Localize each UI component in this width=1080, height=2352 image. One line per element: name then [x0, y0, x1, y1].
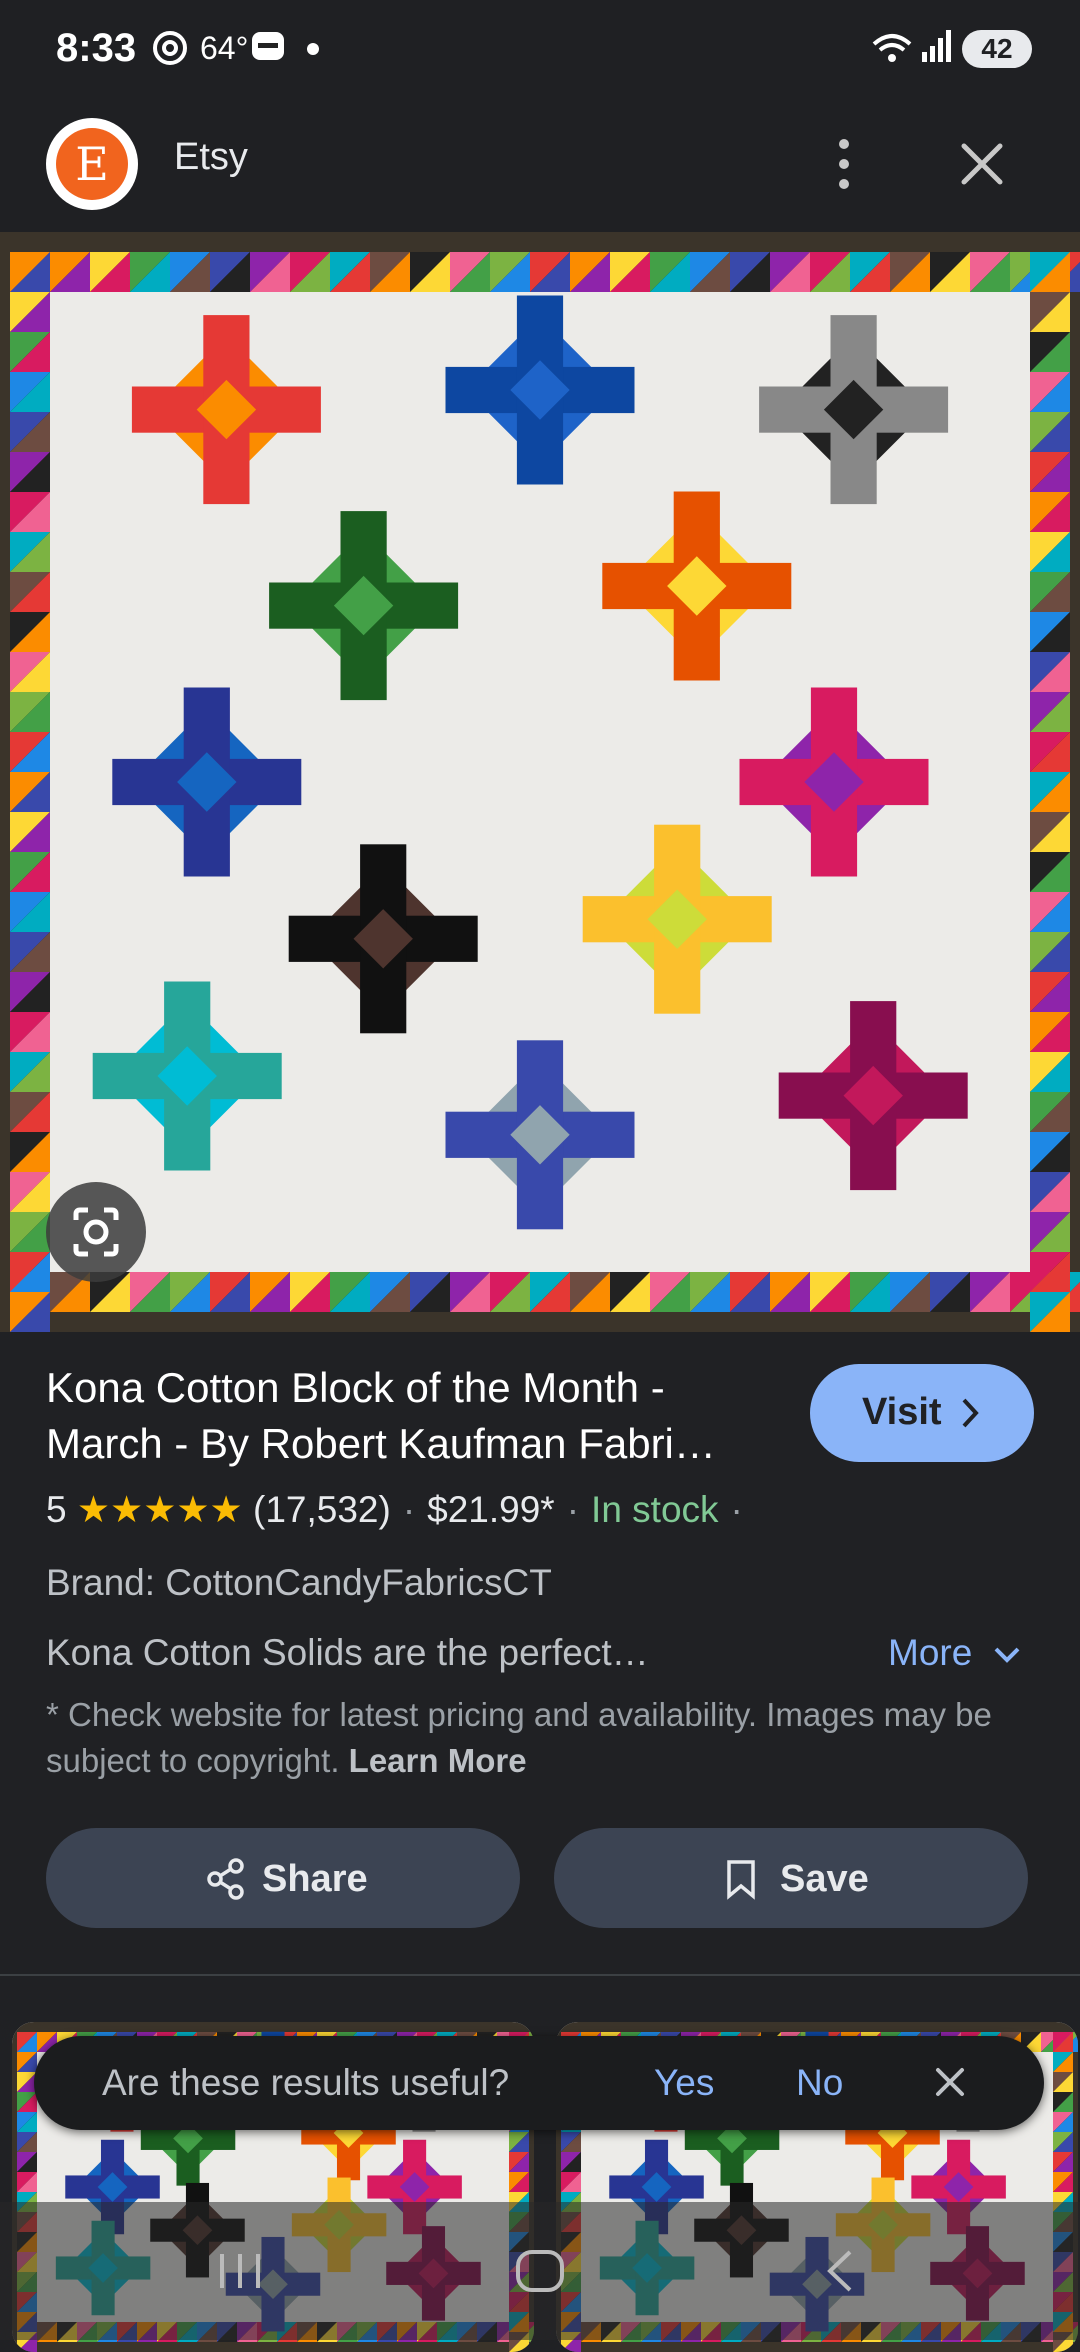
back-icon[interactable] [820, 2246, 860, 2301]
price: $21.99* [427, 1489, 555, 1530]
visit-label: Visit [862, 1391, 942, 1433]
save-button[interactable]: Save [554, 1828, 1028, 1928]
dot-icon [306, 42, 320, 61]
wifi-icon [870, 28, 914, 73]
feedback-yes-button[interactable]: Yes [654, 2062, 714, 2104]
threads-icon [150, 28, 190, 73]
more-button[interactable]: More [888, 1632, 1021, 1674]
star-rating-icon: ★★★★★ [76, 1489, 243, 1530]
dismiss-close-icon[interactable] [930, 2062, 970, 2107]
etsy-logo: E [46, 118, 138, 210]
share-label: Share [262, 1858, 368, 1900]
chevron-right-icon [962, 1398, 979, 1428]
product-title[interactable]: Kona Cotton Block of the Month - March -… [46, 1360, 786, 1472]
system-nav-bar [0, 2202, 1080, 2340]
visit-button[interactable]: Visit [810, 1364, 1034, 1462]
section-divider [0, 1974, 1080, 1976]
bookmark-icon [727, 1860, 755, 1900]
app-header: E Etsy [0, 96, 1080, 232]
etsy-logo-letter: E [56, 128, 128, 200]
recents-icon[interactable] [210, 2246, 270, 2301]
brand-text: Brand: CottonCandyFabricsCT [46, 1562, 552, 1603]
more-label: More [888, 1632, 973, 1673]
chevron-down-icon [994, 1647, 1020, 1664]
separator-dot: · [402, 1489, 416, 1530]
status-bar: 8:33 64° 42 [0, 0, 1080, 96]
availability: In stock [591, 1489, 719, 1530]
status-temperature: 64° [200, 30, 249, 66]
signal-icon [920, 28, 954, 69]
save-label: Save [780, 1858, 869, 1900]
separator-dot: · [730, 1489, 743, 1530]
more-options-icon[interactable] [820, 132, 868, 196]
share-icon [207, 1858, 244, 1900]
share-button[interactable]: Share [46, 1828, 520, 1928]
feedback-no-button[interactable]: No [796, 2062, 843, 2104]
rating-value: 5 [46, 1489, 67, 1530]
description-text: Kona Cotton Solids are the perfect… [46, 1632, 649, 1673]
feedback-toast: Are these results useful? Yes No [34, 2036, 1044, 2130]
home-icon[interactable] [512, 2246, 568, 2301]
disclaimer: * Check website for latest pricing and a… [46, 1692, 1036, 1784]
feedback-question: Are these results useful? [102, 2062, 510, 2103]
rating-row: 5 ★★★★★ (17,532) · $21.99* · In stock · [46, 1488, 755, 1531]
status-time: 8:33 [56, 26, 137, 70]
review-count: (17,532) [253, 1489, 391, 1530]
close-icon[interactable] [950, 132, 1014, 196]
learn-more-link[interactable]: Learn More [349, 1742, 527, 1779]
site-name: Etsy [174, 136, 248, 178]
lens-search-icon[interactable] [46, 1182, 146, 1282]
news-icon [250, 28, 286, 69]
product-image[interactable] [0, 232, 1080, 1332]
battery-level: 42 [962, 30, 1032, 68]
separator-dot: · [566, 1489, 580, 1530]
